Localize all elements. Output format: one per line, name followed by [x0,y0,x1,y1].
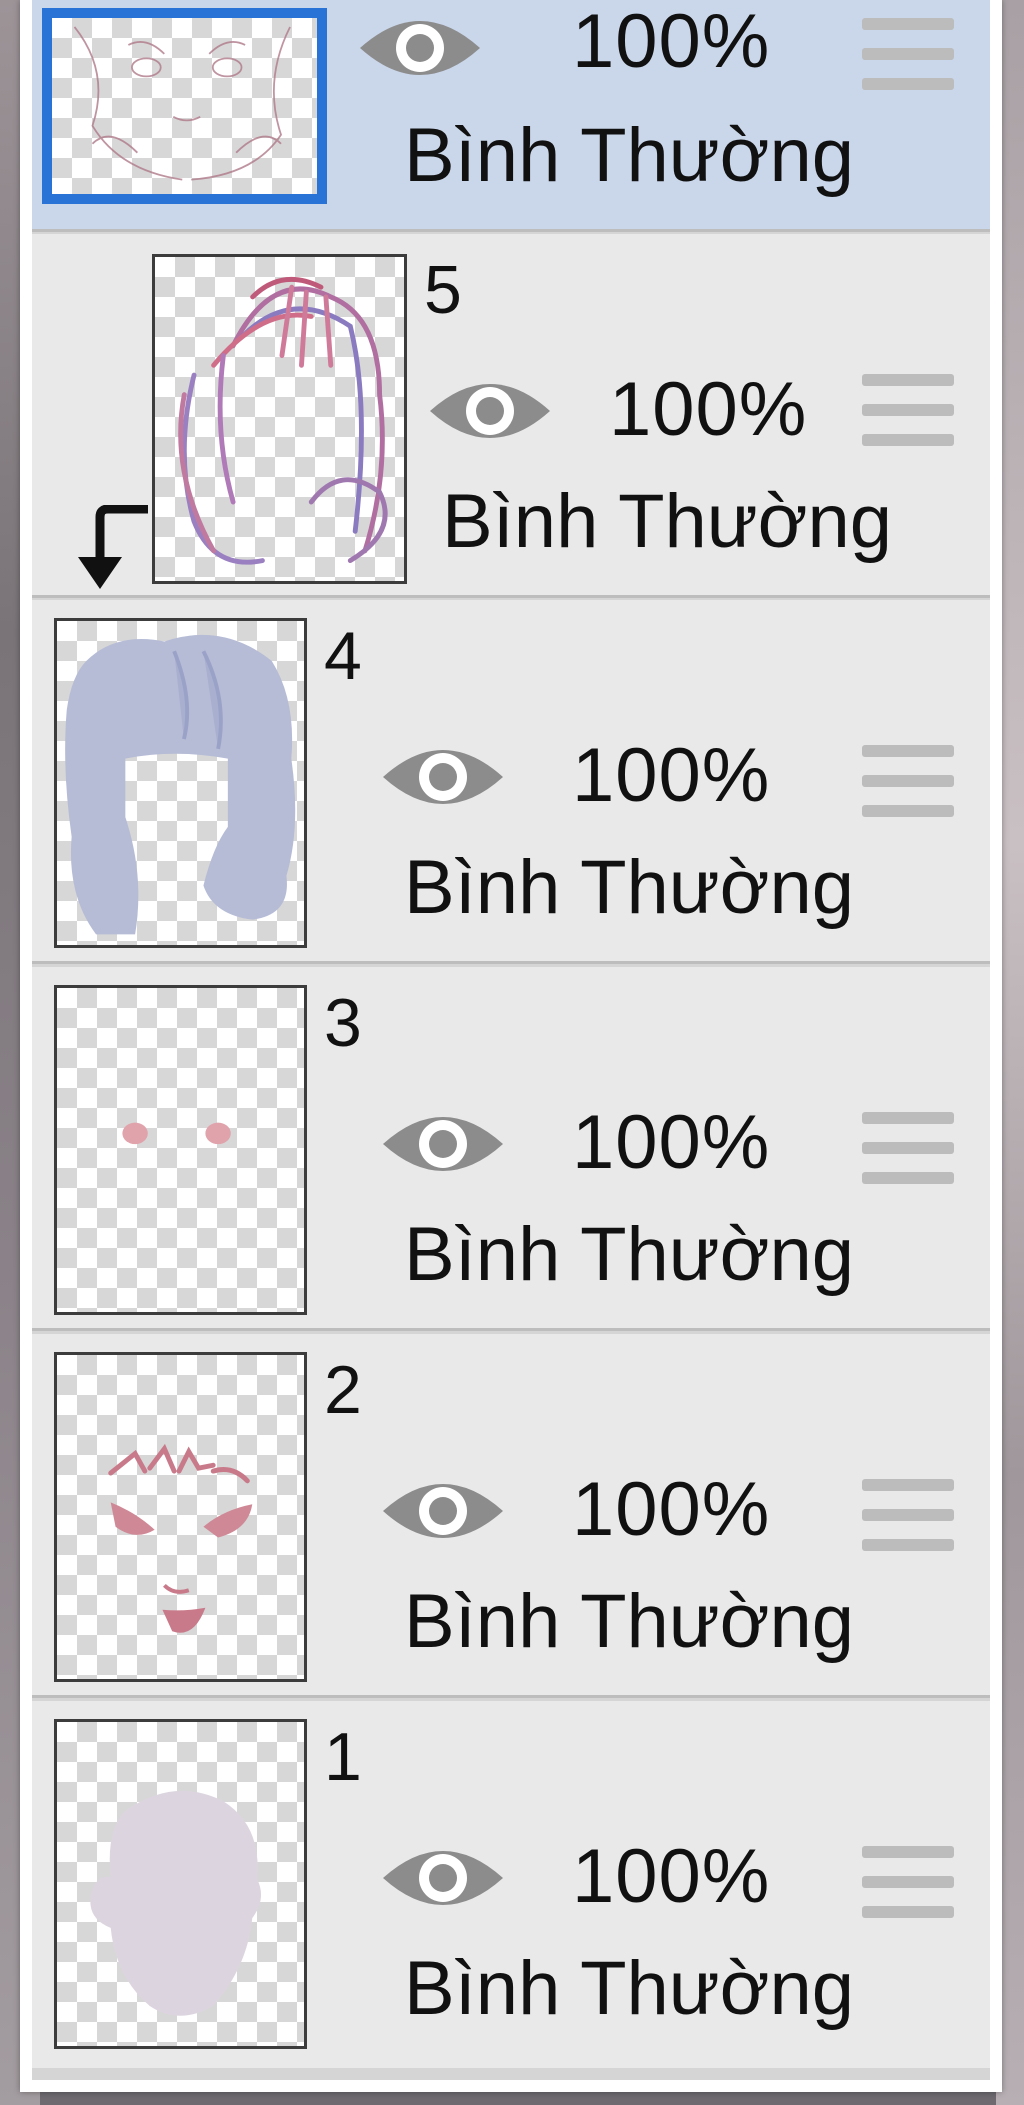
visibility-eye-icon[interactable] [357,8,483,88]
layer-row-selected[interactable]: 100% Bình Thường [32,0,990,232]
layer-thumbnail[interactable] [54,1352,307,1682]
layer-number: 2 [324,1352,362,1428]
layer-thumbnail[interactable] [152,254,407,584]
visibility-eye-icon[interactable] [380,1471,506,1551]
layer-number: 4 [324,618,362,694]
layer-opacity[interactable]: 100% [572,738,770,814]
visibility-eye-icon[interactable] [380,737,506,817]
visibility-eye-icon[interactable] [427,371,553,451]
layer-blend-mode[interactable]: Bình Thường [442,484,892,560]
layer-blend-mode[interactable]: Bình Thường [404,1217,854,1293]
layer-row-3[interactable]: 3 100% Bình Thường [32,967,990,1331]
layer-blend-mode[interactable]: Bình Thường [404,1951,854,2027]
layers-panel: 100% Bình Thường 5 100% Bình Thường 4 10… [20,0,1002,2092]
layer-list[interactable]: 100% Bình Thường 5 100% Bình Thường 4 10… [32,0,990,2080]
visibility-eye-icon[interactable] [380,1104,506,1184]
drag-handle-icon[interactable] [862,374,954,446]
layer-blend-mode[interactable]: Bình Thường [404,118,854,194]
drag-handle-icon[interactable] [862,18,954,90]
layer-row-1[interactable]: 1 100% Bình Thường [32,1701,990,2068]
clipping-arrow-icon [78,505,148,589]
drag-handle-icon[interactable] [862,745,954,817]
layer-opacity[interactable]: 100% [572,1105,770,1181]
drag-handle-icon[interactable] [862,1846,954,1918]
layer-opacity[interactable]: 100% [572,1839,770,1915]
layer-blend-mode[interactable]: Bình Thường [404,850,854,926]
layer-opacity[interactable]: 100% [609,372,807,448]
visibility-eye-icon[interactable] [380,1838,506,1918]
layer-opacity[interactable]: 100% [572,1472,770,1548]
layer-blend-mode[interactable]: Bình Thường [404,1584,854,1660]
layer-row-4[interactable]: 4 100% Bình Thường [32,600,990,964]
layer-number: 5 [424,252,462,328]
layer-row-2[interactable]: 2 100% Bình Thường [32,1334,990,1698]
layer-thumbnail[interactable] [42,8,327,204]
layer-opacity[interactable]: 100% [572,4,770,80]
layer-row-5[interactable]: 5 100% Bình Thường [32,234,990,598]
drag-handle-icon[interactable] [862,1479,954,1551]
layer-thumbnail[interactable] [54,618,307,948]
layer-number: 1 [324,1719,362,1795]
layer-number: 3 [324,985,362,1061]
layer-thumbnail[interactable] [54,1719,307,2049]
layer-thumbnail[interactable] [54,985,307,1315]
drag-handle-icon[interactable] [862,1112,954,1184]
